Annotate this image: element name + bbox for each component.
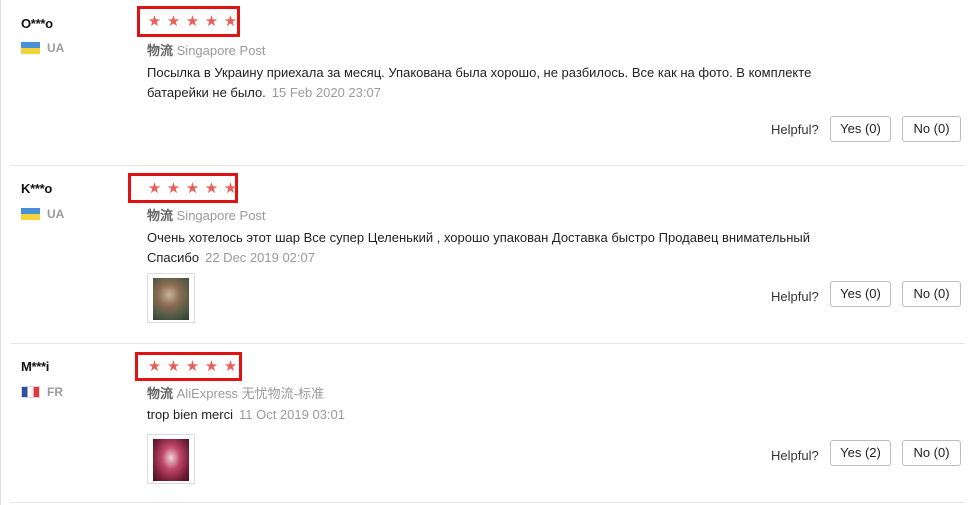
review-photo-thumbnail[interactable] — [147, 273, 195, 323]
shipping-info: 物流 Singapore Post — [147, 40, 266, 59]
review-item: K***o UA ★ ★ ★ ★ ★ 物流 Singapore Post Оче… — [0, 166, 965, 343]
helpful-label: Helpful? — [771, 448, 819, 463]
country-code: FR — [47, 385, 63, 399]
star-icon: ★ — [204, 13, 219, 30]
shipping-info: 物流 Singapore Post — [147, 205, 266, 224]
helpful-no-button[interactable]: No (0) — [902, 440, 961, 466]
logistics-label: 物流 — [147, 386, 174, 401]
helpful-label: Helpful? — [771, 122, 819, 137]
helpful-no-button[interactable]: No (0) — [902, 116, 961, 142]
ukraine-flag-icon — [21, 208, 40, 220]
star-icon: ★ — [166, 358, 181, 375]
helpful-label: Helpful? — [771, 289, 819, 304]
star-rating: ★ ★ ★ ★ ★ — [146, 181, 239, 196]
review-text-block: Очень хотелось этот шар Все супер Целень… — [147, 228, 867, 268]
review-item: M***i FR ★ ★ ★ ★ ★ 物流 AliExpress 无忧物流-标准… — [0, 344, 965, 505]
logistics-label: 物流 — [147, 43, 174, 58]
logistics-label: 物流 — [147, 208, 174, 223]
helpful-yes-button[interactable]: Yes (0) — [830, 281, 891, 307]
review-item: O***o UA ★ ★ ★ ★ ★ 物流 Singapore Post Пос… — [0, 0, 965, 166]
review-text: trop bien merci — [147, 407, 233, 422]
star-icon: ★ — [147, 180, 162, 197]
france-flag-icon — [21, 386, 40, 398]
reviewer-name: M***i — [21, 359, 50, 374]
star-icon: ★ — [185, 13, 200, 30]
review-photo-thumbnail[interactable] — [147, 434, 195, 484]
helpful-no-button[interactable]: No (0) — [902, 281, 961, 307]
star-icon: ★ — [147, 13, 162, 30]
review-text-block: Посылка в Украину приехала за месяц. Упа… — [147, 63, 867, 103]
helpful-yes-button[interactable]: Yes (2) — [830, 440, 891, 466]
star-icon: ★ — [166, 13, 181, 30]
ukraine-flag-icon — [21, 42, 40, 54]
star-icon: ★ — [223, 180, 238, 197]
star-rating: ★ ★ ★ ★ ★ — [146, 14, 239, 29]
reviewer-name: O***o — [21, 16, 53, 31]
reviewer-name: K***o — [21, 181, 53, 196]
review-photo — [153, 278, 189, 320]
review-date: 11 Oct 2019 03:01 — [238, 407, 345, 422]
shipping-method: AliExpress 无忧物流-标准 — [176, 386, 324, 401]
review-separator — [10, 502, 965, 503]
review-photo — [153, 439, 189, 481]
star-icon: ★ — [166, 180, 181, 197]
review-date: 22 Dec 2019 02:07 — [205, 250, 315, 265]
country-code: UA — [47, 41, 65, 55]
star-icon: ★ — [185, 180, 200, 197]
star-icon: ★ — [185, 358, 200, 375]
star-icon: ★ — [204, 180, 219, 197]
star-icon: ★ — [223, 358, 238, 375]
review-text: Посылка в Украину приехала за месяц. Упа… — [147, 65, 812, 100]
shipping-info: 物流 AliExpress 无忧物流-标准 — [147, 383, 324, 402]
star-rating: ★ ★ ★ ★ ★ — [146, 359, 239, 374]
helpful-yes-button[interactable]: Yes (0) — [830, 116, 891, 142]
review-date: 15 Feb 2020 23:07 — [271, 85, 381, 100]
review-text-block: trop bien merci 11 Oct 2019 03:01 — [147, 405, 867, 425]
shipping-method: Singapore Post — [176, 208, 266, 223]
star-icon: ★ — [147, 358, 162, 375]
country-code: UA — [47, 207, 65, 221]
star-icon: ★ — [204, 358, 219, 375]
star-icon: ★ — [223, 13, 238, 30]
shipping-method: Singapore Post — [176, 43, 266, 58]
